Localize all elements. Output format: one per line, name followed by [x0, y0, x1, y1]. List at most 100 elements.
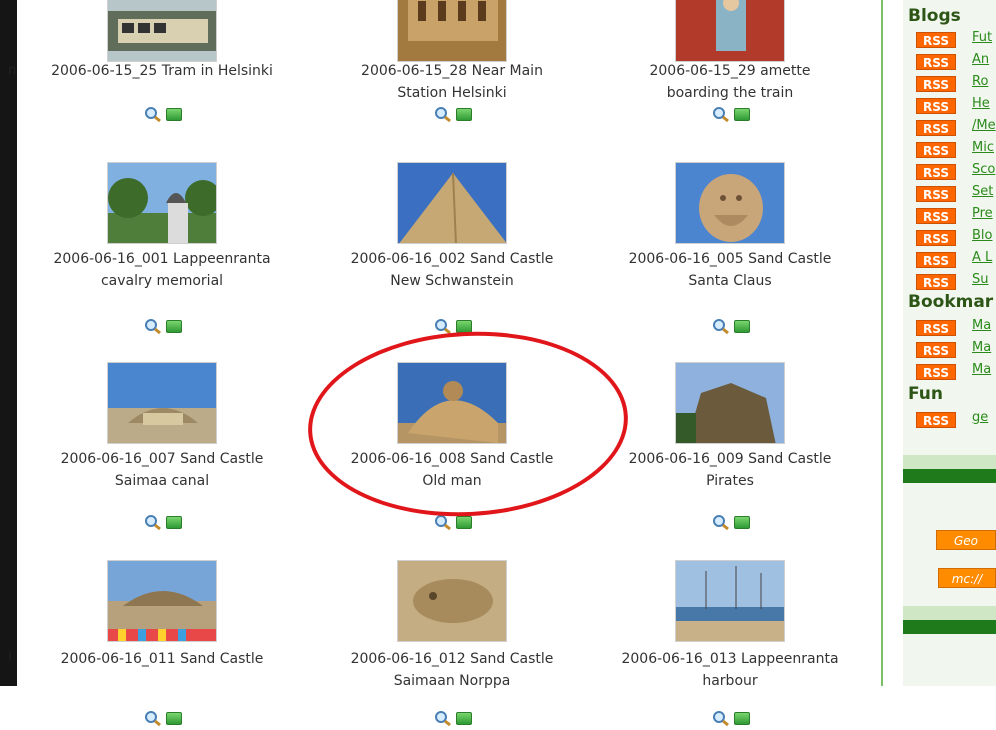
feed-link[interactable]: A L	[972, 250, 992, 265]
mc-badge[interactable]: mc://	[938, 568, 996, 588]
magnifier-icon[interactable]	[712, 106, 730, 123]
feed-link[interactable]: Ma	[972, 340, 991, 355]
rss-badge[interactable]: RSS	[916, 252, 956, 268]
photo-thumbnail[interactable]	[107, 162, 217, 244]
rss-badge[interactable]: RSS	[916, 120, 956, 136]
rss-badge[interactable]: RSS	[916, 186, 956, 202]
magnifier-icon[interactable]	[144, 514, 162, 531]
feed-link[interactable]: Su	[972, 272, 989, 287]
photo-thumbnail[interactable]	[107, 0, 217, 62]
photo-caption[interactable]: 2006-06-16_002 Sand Castle New Schwanstei…	[307, 248, 597, 292]
photo-thumbnail[interactable]	[675, 162, 785, 244]
magnifier-icon[interactable]	[144, 710, 162, 727]
magnifier-icon[interactable]	[712, 710, 730, 727]
rss-feed-row: RSS Sco	[916, 162, 995, 180]
magnifier-icon[interactable]	[434, 318, 452, 335]
feed-link[interactable]: Blo	[972, 228, 992, 243]
photo-caption[interactable]: 2006-06-16_013 Lappeenranta harbour	[585, 648, 875, 692]
green-square-icon[interactable]	[166, 516, 182, 529]
photo-caption-line: Station Helsinki	[397, 85, 507, 101]
feed-link[interactable]: Sco	[972, 162, 995, 177]
rss-badge[interactable]: RSS	[916, 32, 956, 48]
bookmarks-heading: Bookmar	[908, 292, 994, 312]
feed-link[interactable]: An	[972, 52, 989, 67]
photo-caption[interactable]: 2006-06-15_28 Near Main Station Helsinki	[307, 60, 597, 104]
photo-caption[interactable]: 2006-06-16_005 Sand Castle Santa Claus	[585, 248, 875, 292]
sidebar: Blogs RSS Fut RSS An RSS Ro RSS He RSS/Me RSS Mic R…	[903, 0, 996, 686]
green-square-icon[interactable]	[456, 712, 472, 725]
magnifier-icon[interactable]	[144, 106, 162, 123]
green-square-icon[interactable]	[456, 516, 472, 529]
rss-feed-row: RSS Ro	[916, 74, 988, 92]
photo-caption[interactable]: 2006-06-16_011 Sand Castle	[17, 648, 307, 670]
photo-caption[interactable]: 2006-06-16_012 Sand Castle Saimaan Norppa	[307, 648, 597, 692]
magnifier-icon[interactable]	[712, 514, 730, 531]
photo-caption[interactable]: 2006-06-15_25 Tram in Helsinki	[17, 60, 307, 82]
geo-badge[interactable]: Geo	[936, 530, 996, 550]
photo-thumbnail[interactable]	[675, 362, 785, 444]
feed-link[interactable]: Ro	[972, 74, 988, 89]
rss-badge[interactable]: RSS	[916, 54, 956, 70]
photo-thumbnail[interactable]	[397, 0, 507, 62]
rss-badge[interactable]: RSS	[916, 208, 956, 224]
green-square-icon[interactable]	[166, 320, 182, 333]
photo-caption[interactable]: 2006-06-15_29 amette boarding the train	[585, 60, 875, 104]
photo-caption[interactable]: 2006-06-16_001 Lappeenranta cavalry memor…	[17, 248, 307, 292]
rss-badge[interactable]: RSS	[916, 98, 956, 114]
photo-caption-line: 2006-06-16_013 Lappeenranta	[621, 651, 839, 667]
green-square-icon[interactable]	[734, 516, 750, 529]
feed-link[interactable]: Pre	[972, 206, 993, 221]
magnifier-icon[interactable]	[144, 318, 162, 335]
rss-badge[interactable]: RSS	[916, 342, 956, 358]
content-divider	[881, 0, 883, 686]
rss-feed-row: RSS An	[916, 52, 989, 70]
green-square-icon[interactable]	[166, 108, 182, 121]
rss-badge[interactable]: RSS	[916, 76, 956, 92]
magnifier-icon[interactable]	[434, 710, 452, 727]
rss-badge[interactable]: RSS	[916, 364, 956, 380]
feed-link[interactable]: ge	[972, 410, 988, 425]
partial-caption-left-2: l	[8, 650, 12, 665]
photo-caption-line: Saimaan Norppa	[393, 673, 511, 689]
feed-link[interactable]: Ma	[972, 318, 991, 333]
rss-badge[interactable]: RSS	[916, 164, 956, 180]
rss-feed-row: RSS A L	[916, 250, 992, 268]
feed-link[interactable]: He	[972, 96, 990, 111]
feed-link[interactable]: Fut	[972, 30, 992, 45]
feed-link[interactable]: Ma	[972, 362, 991, 377]
photo-caption-line: Santa Claus	[688, 273, 772, 289]
rss-badge[interactable]: RSS	[916, 320, 956, 336]
green-square-icon[interactable]	[734, 712, 750, 725]
rss-feed-row: RSS Ma	[916, 362, 991, 380]
rss-badge[interactable]: RSS	[916, 230, 956, 246]
photo-thumbnail[interactable]	[675, 0, 785, 62]
photo-thumbnail[interactable]	[397, 560, 507, 642]
green-square-icon[interactable]	[456, 108, 472, 121]
photo-caption-line: 2006-06-16_012 Sand Castle	[350, 651, 554, 667]
feed-link[interactable]: Mic	[972, 140, 994, 155]
photo-thumbnail[interactable]	[107, 362, 217, 444]
photo-caption-line: 2006-06-16_005 Sand Castle	[628, 251, 832, 267]
photo-caption-line: boarding the train	[666, 85, 794, 101]
photo-caption[interactable]: 2006-06-16_007 Sand Castle Saimaa canal	[17, 448, 307, 492]
photo-caption-line: 2006-06-16_001 Lappeenranta	[53, 251, 271, 267]
feed-link[interactable]: Set	[972, 184, 993, 199]
photo-caption-line: New Schwanstein	[390, 273, 514, 289]
green-square-icon[interactable]	[734, 108, 750, 121]
photo-caption-line: 2006-06-16_002 Sand Castle	[350, 251, 554, 267]
feed-link[interactable]: /Me	[972, 118, 996, 133]
green-square-icon[interactable]	[166, 712, 182, 725]
magnifier-icon[interactable]	[434, 514, 452, 531]
rss-badge[interactable]: RSS	[916, 412, 956, 428]
photo-caption[interactable]: 2006-06-16_009 Sand Castle Pirates	[585, 448, 875, 492]
magnifier-icon[interactable]	[712, 318, 730, 335]
photo-thumbnail[interactable]	[397, 162, 507, 244]
rss-badge[interactable]: RSS	[916, 142, 956, 158]
rss-feed-row: RSS Ma	[916, 340, 991, 358]
photo-thumbnail[interactable]	[107, 560, 217, 642]
magnifier-icon[interactable]	[434, 106, 452, 123]
green-square-icon[interactable]	[734, 320, 750, 333]
rss-badge[interactable]: RSS	[916, 274, 956, 290]
photo-thumbnail[interactable]	[675, 560, 785, 642]
rss-feed-row: RSS Ma	[916, 318, 991, 336]
